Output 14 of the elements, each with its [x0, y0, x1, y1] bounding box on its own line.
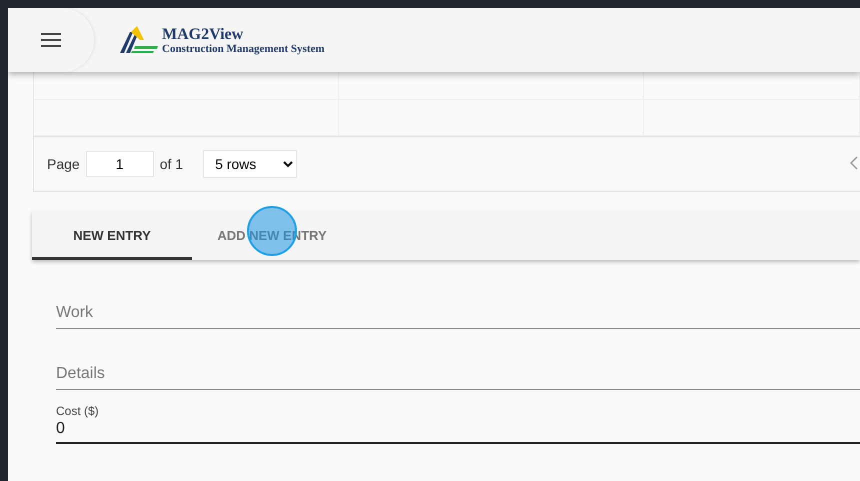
- page-input[interactable]: 1: [86, 151, 154, 177]
- field-label: Cost ($): [56, 404, 99, 418]
- input-field[interactable]: Work: [56, 268, 860, 329]
- previous-icon[interactable]: [850, 156, 858, 170]
- cost-field[interactable]: 0: [56, 418, 860, 444]
- logo-icon: [120, 26, 158, 54]
- tab[interactable]: NEW ENTRY: [32, 211, 192, 260]
- page-label: Page: [47, 156, 80, 172]
- app-subtitle: Construction Management System: [162, 42, 325, 54]
- menu-icon: [41, 33, 61, 47]
- page-count: of 1: [160, 156, 184, 172]
- rows-select[interactable]: 5 rows: [203, 150, 298, 178]
- app-title: MAG2View: [162, 26, 244, 42]
- input-field[interactable]: Details: [56, 329, 860, 390]
